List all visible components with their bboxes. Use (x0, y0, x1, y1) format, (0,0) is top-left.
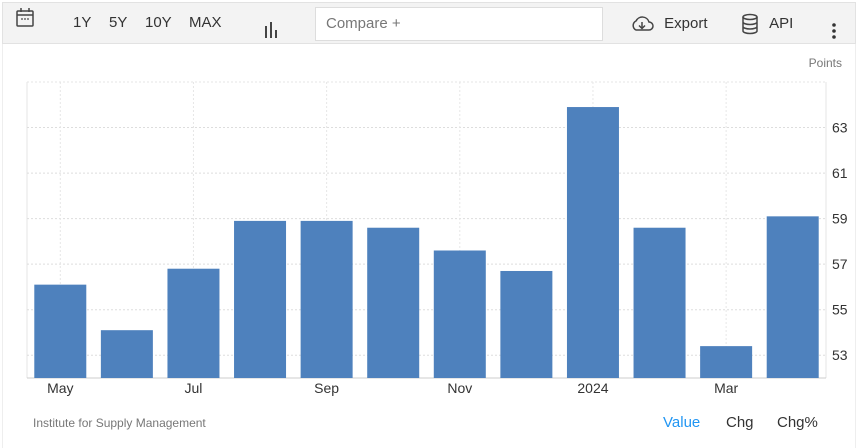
tab-chg[interactable]: Chg (726, 414, 754, 431)
bar-nov (433, 250, 486, 378)
y-tick-label: 53 (832, 347, 848, 363)
y-tick-label: 55 (832, 302, 848, 318)
y-tick-label: 63 (832, 120, 848, 136)
x-tick-label: 2024 (577, 380, 608, 396)
bar-may (34, 284, 87, 378)
x-tick-label: Sep (314, 380, 339, 396)
y-axis-unit-label: Points (809, 56, 842, 70)
bar-chart: 53 55 57 59 61 63 May Jul Sep Nov 2024 Mar Points (26, 56, 848, 396)
bar-jul (167, 268, 220, 378)
y-tick-label: 59 (832, 211, 848, 227)
y-tick-label: 61 (832, 165, 848, 181)
bar-apr (766, 216, 819, 378)
x-tick-label: Nov (447, 380, 472, 396)
bar-jan-2024 (566, 107, 619, 379)
bar-oct (367, 227, 420, 378)
bar-sep (300, 220, 353, 378)
x-tick-label: Jul (185, 380, 203, 396)
bar-feb (633, 227, 686, 378)
bar-mar (700, 346, 753, 378)
bar-dec (500, 270, 553, 378)
source-label: Institute for Supply Management (33, 416, 206, 430)
x-tick-label: Mar (714, 380, 738, 396)
x-tick-label: May (47, 380, 73, 396)
tab-value[interactable]: Value (663, 414, 700, 431)
bar-aug (234, 220, 287, 378)
bar-jun (100, 330, 153, 378)
tab-chg-percent[interactable]: Chg% (777, 414, 818, 431)
y-tick-label: 57 (832, 256, 848, 272)
